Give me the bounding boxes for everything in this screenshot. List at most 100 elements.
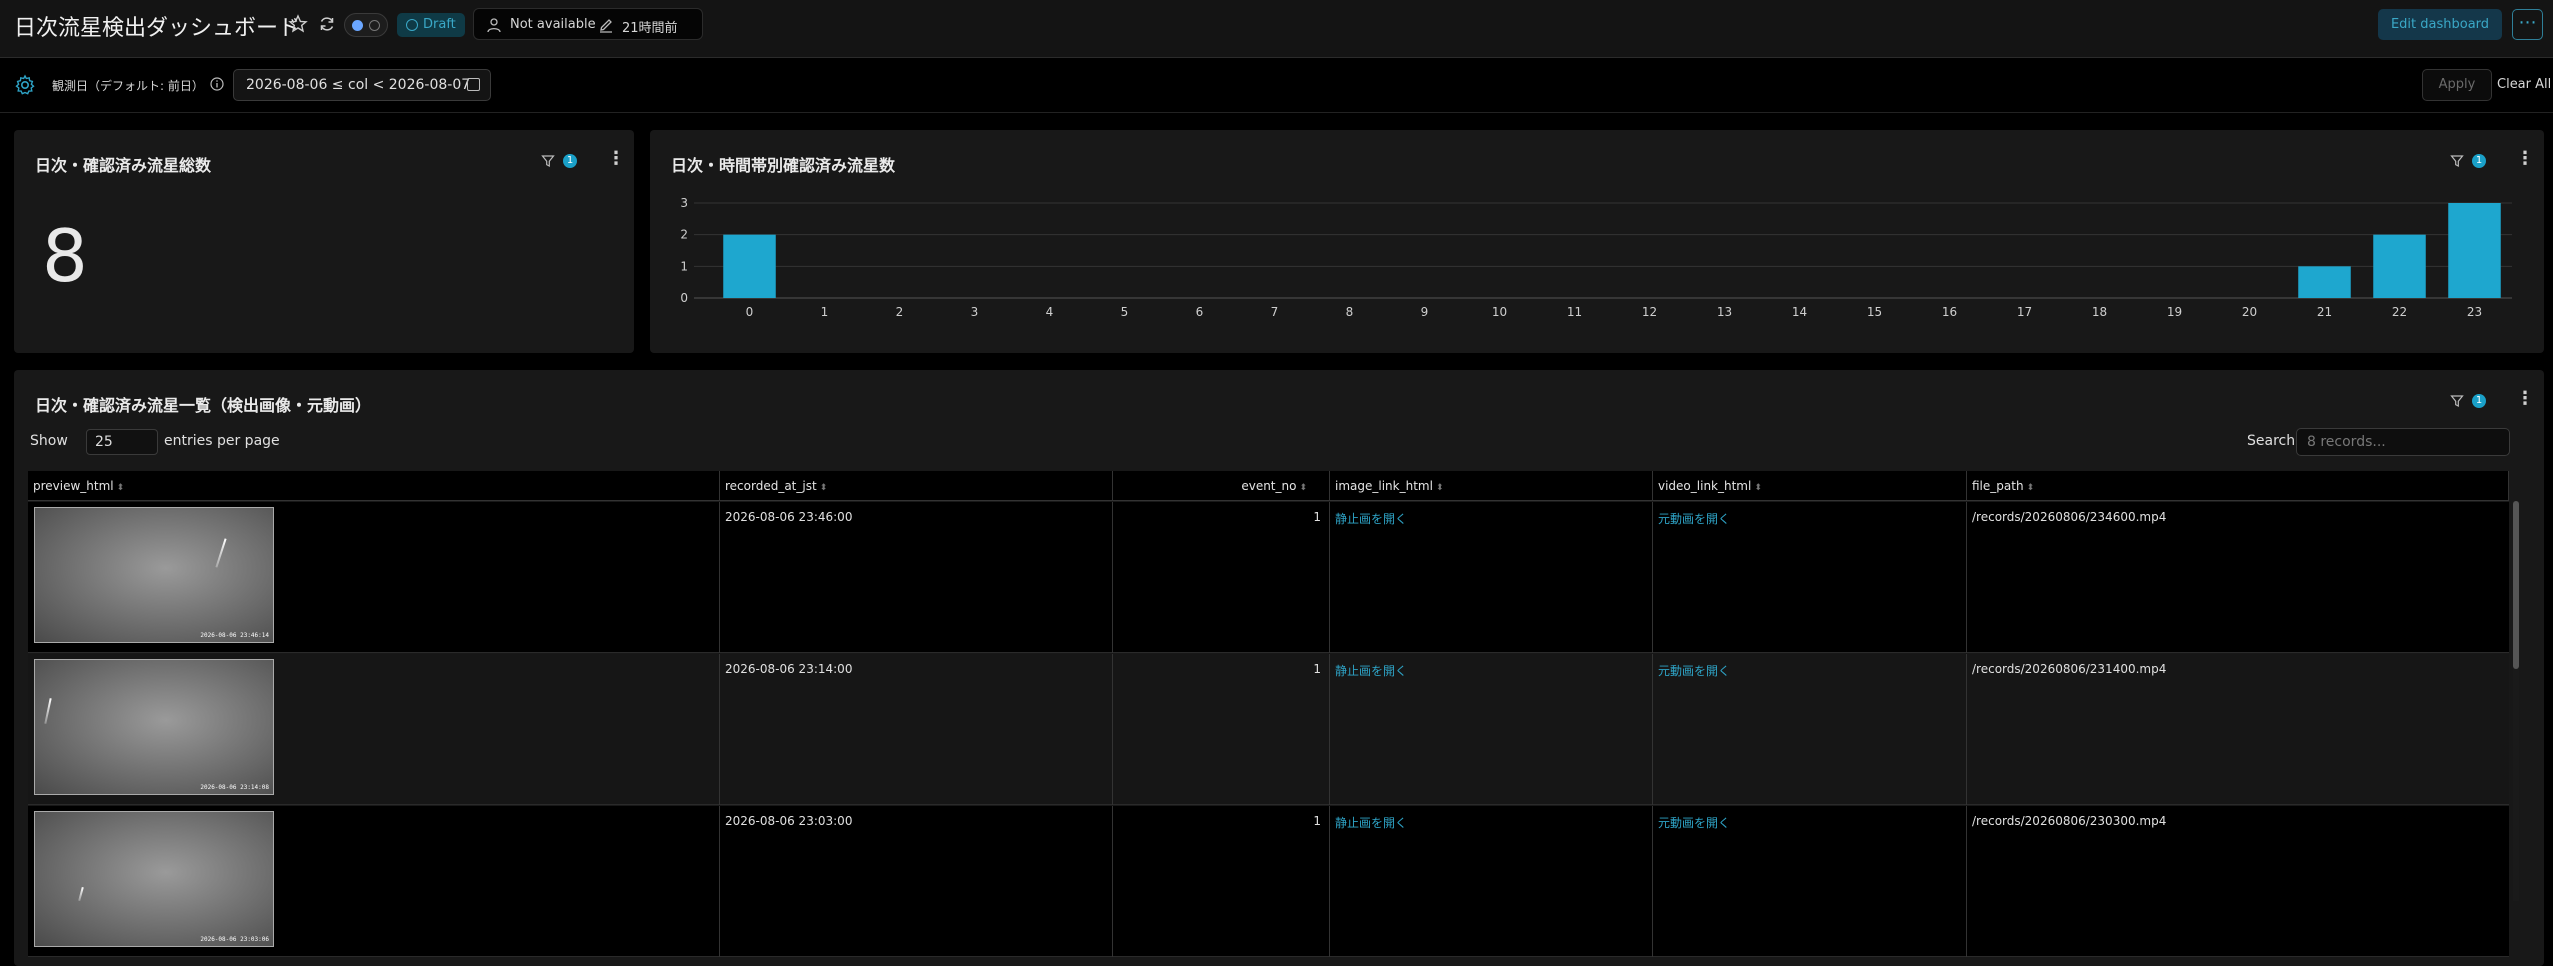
x-tick-label: 11 (1567, 305, 1582, 319)
view-mode-toggle[interactable] (344, 13, 388, 37)
recorded-at-cell: 2026-08-06 23:14:00 (720, 654, 1113, 805)
x-tick-label: 10 (1492, 305, 1507, 319)
image-link-cell: 静止画を開く (1330, 654, 1653, 805)
modified-text: 21時間前 (622, 21, 678, 36)
x-tick-label: 14 (1792, 305, 1807, 319)
mode-dot-inactive (369, 20, 380, 31)
date-range-input[interactable]: 2026-08-06 ≤ col < 2026-08-07 (233, 69, 491, 101)
refresh-icon[interactable] (317, 14, 337, 34)
x-tick-label: 17 (2017, 305, 2032, 319)
bar-hour-23[interactable] (2448, 203, 2501, 298)
hourly-bar-chart: 01230 1 2 3 4 5 6 7 8 9 10 11 12 13 14 15 16 17 18 19 20 21 22… (680, 196, 2512, 319)
x-tick-label: 8 (1346, 305, 1354, 319)
bar-hour-22[interactable] (2373, 234, 2426, 298)
x-tick-label: 1 (821, 305, 829, 319)
preview-cell: 2026-08-06 23:14:08 (28, 654, 720, 805)
dashboard-meta: Not available 21時間前 (473, 8, 703, 40)
info-icon[interactable] (210, 77, 224, 91)
video-link[interactable]: 元動画を開く (1658, 664, 1730, 678)
x-tick-label: 3 (971, 305, 979, 319)
draft-label: Draft (423, 17, 456, 32)
dashboard-header: 日次流星検出ダッシュボード Draft Not available 21時間前 … (0, 0, 2553, 58)
x-tick-label: 19 (2167, 305, 2182, 319)
filter-icon[interactable] (2450, 394, 2464, 408)
x-tick-label: 5 (1121, 305, 1129, 319)
search-label: Search (2247, 433, 2296, 449)
bar-hour-0[interactable] (723, 234, 776, 298)
mode-dot-active (352, 20, 363, 31)
page-size-select[interactable]: 25 (86, 429, 158, 455)
event-no-cell: 1 (1113, 806, 1330, 957)
calendar-icon (467, 78, 480, 91)
x-tick-label: 4 (1046, 305, 1054, 319)
file-path-cell: /records/20260806/230300.mp4 (1972, 814, 2167, 828)
star-icon[interactable] (288, 14, 308, 34)
meteor-thumbnail[interactable]: 2026-08-06 23:14:08 (34, 659, 274, 795)
filter-icon[interactable] (541, 154, 555, 168)
dashboard-title: 日次流星検出ダッシュボード (14, 16, 301, 41)
col-header-image-link[interactable]: image_link_html ⬍ (1330, 471, 1653, 501)
video-link[interactable]: 元動画を開く (1658, 512, 1730, 526)
col-header-video-link[interactable]: video_link_html ⬍ (1653, 471, 1967, 501)
image-link-cell: 静止画を開く (1330, 806, 1653, 957)
kebab-menu-icon[interactable]: ⋮ (2516, 388, 2534, 410)
video-link-cell: 元動画を開く (1653, 502, 1967, 653)
filter-count-badge[interactable]: 1 (563, 154, 577, 168)
x-tick-label: 6 (1196, 305, 1204, 319)
x-tick-label: 12 (1642, 305, 1657, 319)
preview-cell: 2026-08-06 23:03:06 (28, 806, 720, 957)
bar-hour-21[interactable] (2298, 266, 2351, 298)
video-link-cell: 元動画を開く (1653, 806, 1967, 957)
col-header-event-no[interactable]: event_no ⬍ (1113, 471, 1330, 501)
apply-button[interactable]: Apply (2422, 69, 2492, 101)
image-link-cell: 静止画を開く (1330, 502, 1653, 653)
more-options-button[interactable]: ⋯ (2512, 9, 2543, 40)
event-no-cell: 1 (1113, 502, 1330, 653)
kpi-panel: 日次・確認済み流星総数 1 ⋮ 8 (14, 130, 634, 353)
kebab-menu-icon[interactable]: ⋮ (607, 148, 625, 170)
clear-all-button[interactable]: Clear All (2497, 77, 2551, 92)
owner-text: Not available (510, 17, 596, 32)
preview-cell: 2026-08-06 23:46:14 (28, 502, 720, 653)
x-tick-label: 22 (2392, 305, 2407, 319)
filter-count-badge[interactable]: 1 (2472, 394, 2486, 408)
draft-status-badge[interactable]: Draft (397, 13, 465, 37)
y-tick-label: 0 (680, 291, 688, 305)
image-link[interactable]: 静止画を開く (1335, 512, 1407, 526)
pencil-icon (600, 19, 612, 33)
meteor-thumbnail[interactable]: 2026-08-06 23:46:14 (34, 507, 274, 643)
x-tick-label: 2 (896, 305, 904, 319)
x-tick-label: 20 (2242, 305, 2257, 319)
col-header-recorded-at[interactable]: recorded_at_jst ⬍ (720, 471, 1113, 501)
image-link[interactable]: 静止画を開く (1335, 816, 1407, 830)
x-tick-label: 23 (2467, 305, 2482, 319)
video-link[interactable]: 元動画を開く (1658, 816, 1730, 830)
x-tick-label: 21 (2317, 305, 2332, 319)
file-path-cell: /records/20260806/234600.mp4 (1972, 510, 2167, 524)
table-title: 日次・確認済み流星一覧（検出画像・元動画） (35, 396, 372, 415)
table-scrollbar[interactable] (2513, 501, 2519, 901)
y-tick-label: 1 (680, 259, 688, 273)
entries-per-page-label: entries per page (164, 433, 280, 449)
table-header: preview_html ⬍ recorded_at_jst ⬍ event_no ⬍… (28, 471, 2509, 501)
event-no-cell: 1 (1113, 654, 1330, 805)
file-path-cell: /records/20260806/231400.mp4 (1972, 662, 2167, 676)
show-label: Show (30, 433, 68, 449)
recorded-at-cell: 2026-08-06 23:46:00 (720, 502, 1113, 653)
thumbnail-timestamp: 2026-08-06 23:14:08 (200, 784, 269, 791)
edit-dashboard-button[interactable]: Edit dashboard (2378, 9, 2502, 40)
chart-panel: 日次・時間帯別確認済み流星数 1 ⋮ 0 1 2 3 0 1 2 3 4 5 6 7 8 9 10 11 12 1… (650, 130, 2544, 353)
col-header-preview[interactable]: preview_html ⬍ (28, 471, 720, 501)
gear-icon[interactable] (14, 74, 36, 96)
user-icon (487, 18, 501, 33)
x-tick-label: 15 (1867, 305, 1882, 319)
kpi-title: 日次・確認済み流星総数 (35, 156, 212, 175)
x-tick-label: 0 (746, 305, 754, 319)
image-link[interactable]: 静止画を開く (1335, 664, 1407, 678)
x-tick-label: 13 (1717, 305, 1732, 319)
y-tick-label: 3 (680, 196, 688, 210)
search-input[interactable]: 8 records... (2296, 428, 2510, 456)
col-header-file-path[interactable]: file_path ⬍ (1967, 471, 2509, 501)
meteor-thumbnail[interactable]: 2026-08-06 23:03:06 (34, 811, 274, 947)
scrollbar-thumb[interactable] (2513, 501, 2519, 669)
